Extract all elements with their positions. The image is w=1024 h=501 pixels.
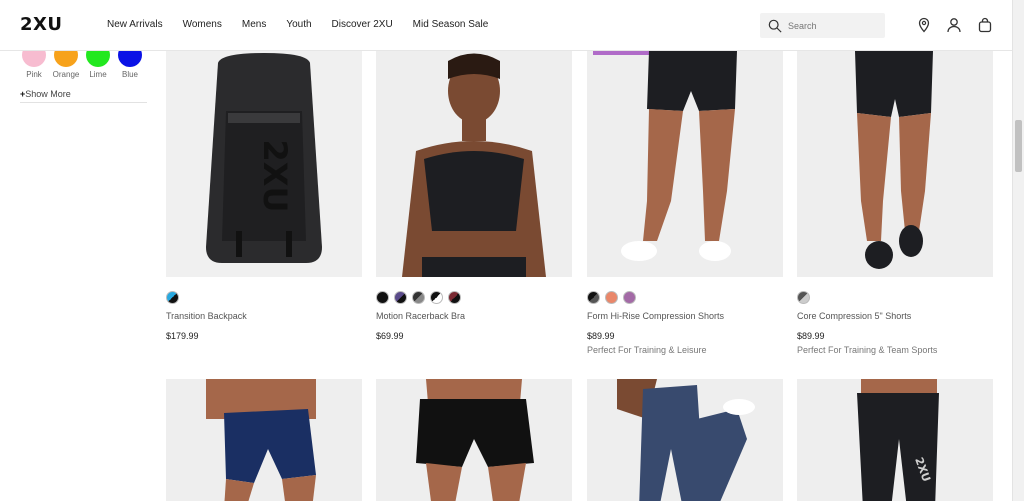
nav-new-arrivals[interactable]: New Arrivals: [107, 18, 163, 32]
product-card[interactable]: Form Hi-Rise Compression Shorts $89.99 P…: [587, 51, 783, 355]
product-image[interactable]: [376, 379, 572, 501]
product-card[interactable]: [587, 379, 783, 501]
svg-text:2XU: 2XU: [256, 140, 294, 213]
running-shorts-model-image: [376, 379, 572, 501]
product-tagline: Perfect For Training & Team Sports: [797, 345, 938, 355]
tights-model-image: [587, 379, 783, 501]
color-label: Orange: [52, 70, 80, 79]
product-image[interactable]: [376, 51, 572, 277]
product-card[interactable]: Core Compression 5" Shorts $89.99 Perfec…: [797, 51, 993, 355]
swatch[interactable]: [605, 291, 618, 304]
scrollbar-thumb[interactable]: [1015, 120, 1022, 172]
product-image[interactable]: [166, 379, 362, 501]
product-image[interactable]: 2XU: [797, 379, 993, 501]
search-input[interactable]: [788, 20, 878, 31]
swatch[interactable]: [430, 291, 443, 304]
nav-youth[interactable]: Youth: [286, 18, 311, 32]
product-image[interactable]: [587, 51, 783, 277]
product-card[interactable]: 2XU: [797, 379, 993, 501]
bike-shorts-model-image: [166, 379, 362, 501]
sports-bra-model-image: [376, 51, 572, 277]
show-more-link[interactable]: +Show More: [20, 89, 147, 103]
page-scrollbar[interactable]: [1012, 0, 1024, 501]
account-icon[interactable]: [946, 17, 962, 33]
swatch[interactable]: [376, 291, 389, 304]
product-card[interactable]: [166, 379, 362, 501]
product-price: $179.99: [166, 331, 199, 341]
product-image[interactable]: [587, 379, 783, 501]
shorts-model-image: [587, 51, 783, 277]
show-more-label: Show More: [25, 89, 71, 99]
main-nav: New Arrivals Womens Mens Youth Discover …: [107, 18, 508, 32]
store-locator-icon[interactable]: [916, 17, 932, 33]
color-label: Lime: [89, 70, 107, 79]
nav-mens[interactable]: Mens: [242, 18, 266, 32]
nav-discover[interactable]: Discover 2XU: [332, 18, 393, 32]
brand-logo[interactable]: 2XU: [20, 14, 63, 36]
swatch[interactable]: [394, 291, 407, 304]
swatch[interactable]: [797, 291, 810, 304]
product-swatches: [587, 291, 783, 305]
nav-sale[interactable]: Mid Season Sale: [413, 18, 489, 32]
compression-shorts-model-image: [797, 51, 993, 277]
product-name[interactable]: Form Hi-Rise Compression Shorts: [587, 310, 783, 322]
product-card[interactable]: [376, 379, 572, 501]
nav-womens[interactable]: Womens: [183, 18, 222, 32]
product-name[interactable]: Transition Backpack: [166, 310, 362, 322]
product-card[interactable]: 2XU Transition Backpack $179.99: [166, 51, 362, 341]
product-swatches: [166, 291, 362, 305]
product-name[interactable]: Core Compression 5" Shorts: [797, 310, 993, 322]
product-card[interactable]: Motion Racerback Bra $69.99: [376, 51, 572, 341]
product-price: $89.99: [587, 331, 615, 341]
color-label: Pink: [26, 70, 42, 79]
swatch[interactable]: [448, 291, 461, 304]
product-swatches: [797, 291, 993, 305]
site-header: 2XU New Arrivals Womens Mens Youth Disco…: [0, 0, 1012, 51]
swatch[interactable]: [412, 291, 425, 304]
product-image[interactable]: 2XU: [166, 51, 362, 277]
backpack-image: 2XU: [166, 51, 362, 277]
product-name[interactable]: Motion Racerback Bra: [376, 310, 572, 322]
swatch[interactable]: [166, 291, 179, 304]
cart-icon[interactable]: [977, 17, 993, 33]
swatch[interactable]: [623, 291, 636, 304]
search-box[interactable]: [760, 13, 885, 38]
swatch[interactable]: [587, 291, 600, 304]
product-price: $69.99: [376, 331, 404, 341]
search-icon: [768, 19, 782, 33]
compression-tights-model-image: 2XU: [797, 379, 993, 501]
product-price: $89.99: [797, 331, 825, 341]
color-label: Blue: [121, 70, 138, 79]
product-swatches: [376, 291, 572, 305]
product-image[interactable]: [797, 51, 993, 277]
product-tagline: Perfect For Training & Leisure: [587, 345, 707, 355]
